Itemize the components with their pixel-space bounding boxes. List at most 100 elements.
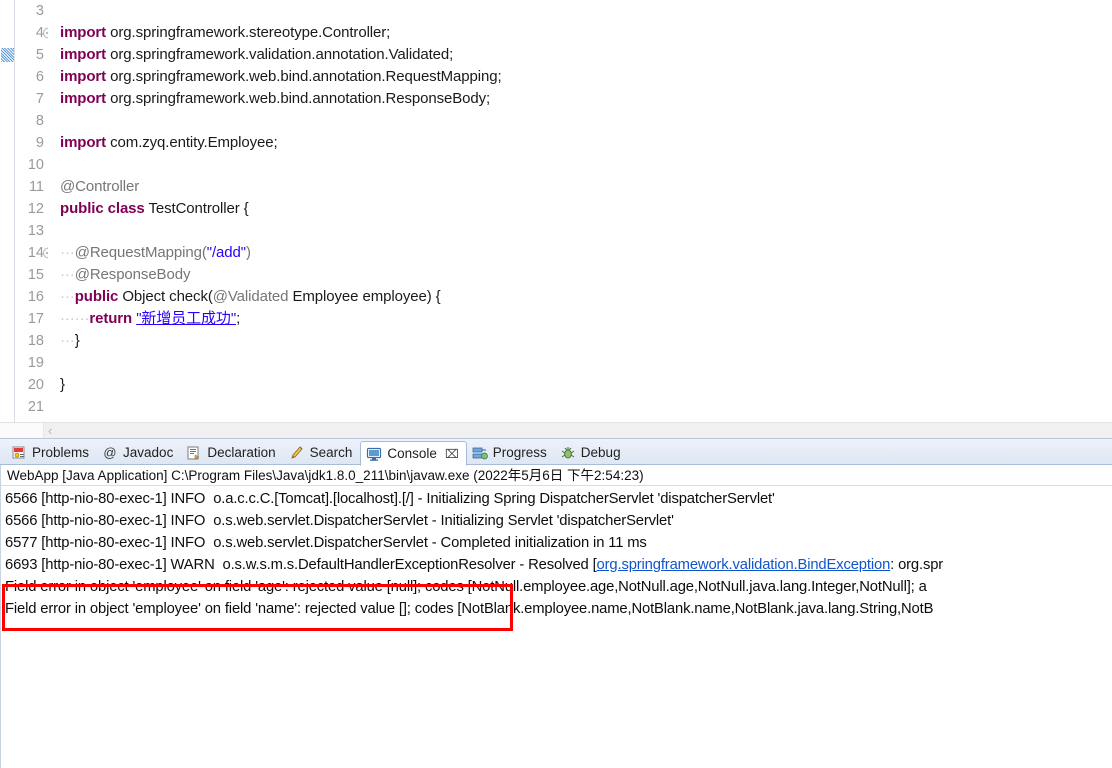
code-token: return <box>89 310 133 327</box>
code-line[interactable]: import org.springframework.web.bind.anno… <box>60 66 1112 88</box>
line-number: 10 <box>27 157 44 173</box>
line-number: 18 <box>27 333 44 349</box>
code-line[interactable]: } <box>60 374 1112 396</box>
progress-icon <box>472 445 488 461</box>
code-token: ; <box>236 310 241 327</box>
code-line[interactable] <box>60 110 1112 132</box>
console-output[interactable]: 6566 [http-nio-80-exec-1] INFO o.a.c.c.C… <box>1 486 1112 768</box>
code-line[interactable]: @Controller <box>60 176 1112 198</box>
console-line: 6577 [http-nio-80-exec-1] INFO o.s.web.s… <box>5 532 1112 554</box>
console-line: Field error in object 'employee' on fiel… <box>5 598 1112 620</box>
view-tabstrip[interactable]: Problems @ Javadoc Declaration Search Console… <box>0 438 1112 466</box>
code-token: ··· <box>60 244 75 261</box>
code-line[interactable] <box>60 352 1112 374</box>
editor-horizontal-scrollbar[interactable]: ‹ <box>0 422 1112 439</box>
console-launch-header: WebApp [Java Application] C:\Program Fil… <box>1 465 1112 486</box>
code-token: @Validated <box>212 288 289 305</box>
code-token: } <box>74 332 80 349</box>
exception-link[interactable]: org.springframework.validation.BindExcep… <box>597 557 891 573</box>
console-text: Field error in object 'employee' on fiel… <box>5 579 927 595</box>
svg-text:@: @ <box>103 445 116 460</box>
code-token: public class <box>60 200 145 217</box>
code-line[interactable]: import org.springframework.stereotype.Co… <box>60 22 1112 44</box>
code-token: @ResponseBody <box>74 266 191 283</box>
line-number: 15 <box>27 267 44 283</box>
line-number: 14 <box>15 242 54 264</box>
code-line[interactable]: ···@ResponseBody <box>60 264 1112 286</box>
console-line: Field error in object 'employee' on fiel… <box>5 576 1112 598</box>
java-editor[interactable]: 3 4 5 6 7 8 9 10 11 12 13 14 15 16 17 18 19 20 21 import o… <box>0 0 1112 422</box>
code-line[interactable]: ···public Object check(@Validated Employ… <box>60 286 1112 308</box>
code-token: public <box>74 288 119 305</box>
line-number: 19 <box>27 355 44 371</box>
declaration-icon <box>186 445 202 461</box>
code-line[interactable] <box>60 154 1112 176</box>
line-number: 8 <box>35 113 44 129</box>
tab-label: Progress <box>492 445 547 460</box>
line-number: 12 <box>27 201 44 217</box>
tab-progress[interactable]: Progress <box>467 440 555 465</box>
code-line[interactable] <box>60 220 1112 242</box>
line-number: 16 <box>27 289 44 305</box>
javadoc-icon: @ <box>102 445 118 461</box>
annotation-ruler[interactable] <box>0 0 15 422</box>
code-token: "新增员工成功" <box>136 310 237 327</box>
code-line[interactable] <box>60 396 1112 418</box>
code-token: com.zyq.entity.Employee; <box>110 134 278 151</box>
debug-icon <box>560 445 576 461</box>
tab-problems[interactable]: Problems <box>6 440 97 465</box>
line-number: 11 <box>28 179 44 195</box>
line-number: 9 <box>35 135 44 151</box>
code-token: "/add" <box>206 244 246 261</box>
code-line[interactable]: ······return "新增员工成功"; <box>60 308 1112 330</box>
code-token: ······ <box>60 310 90 327</box>
code-token: @Controller <box>60 178 140 195</box>
code-token: @RequestMapping( <box>74 244 207 261</box>
code-token: import <box>60 134 107 151</box>
occurrence-annotation-marker[interactable] <box>1 48 14 62</box>
code-line[interactable]: public class TestController { <box>60 198 1112 220</box>
code-line[interactable]: import com.zyq.entity.Employee; <box>60 132 1112 154</box>
console-text: Field error in object 'employee' on fiel… <box>5 601 934 617</box>
line-number: 21 <box>27 399 44 415</box>
line-number: 5 <box>35 47 44 63</box>
tab-declaration[interactable]: Declaration <box>181 440 283 465</box>
line-number: 17 <box>27 311 44 327</box>
code-line[interactable]: import org.springframework.validation.an… <box>60 44 1112 66</box>
console-text: 6566 [http-nio-80-exec-1] INFO o.s.web.s… <box>5 513 674 529</box>
console-view[interactable]: WebApp [Java Application] C:\Program Fil… <box>0 465 1112 768</box>
code-line[interactable] <box>60 0 1112 22</box>
code-token: org.springframework.validation.annotatio… <box>110 46 454 63</box>
tab-console[interactable]: Console ⌧ <box>360 441 467 466</box>
line-number-gutter: 3 4 5 6 7 8 9 10 11 12 13 14 15 16 17 18 19 20 21 <box>15 0 54 422</box>
code-token: import <box>60 90 107 107</box>
tab-javadoc[interactable]: @ Javadoc <box>97 440 181 465</box>
code-token: ··· <box>60 288 75 305</box>
code-token: Object check( <box>122 288 213 305</box>
code-line[interactable]: ···} <box>60 330 1112 352</box>
code-content-area[interactable]: import org.springframework.stereotype.Co… <box>48 0 1112 422</box>
close-icon[interactable]: ⌧ <box>445 447 459 461</box>
tab-debug[interactable]: Debug <box>555 440 629 465</box>
code-token: ) <box>245 244 251 261</box>
console-text: 6566 [http-nio-80-exec-1] INFO o.a.c.c.C… <box>5 491 775 507</box>
chevron-left-icon[interactable]: ‹ <box>48 423 52 439</box>
tab-label: Javadoc <box>123 445 174 460</box>
tab-search[interactable]: Search <box>284 440 361 465</box>
code-token: org.springframework.web.bind.annotation.… <box>110 90 491 107</box>
code-token: Employee employee) { <box>292 288 441 305</box>
scrollbar-thumb[interactable] <box>0 423 44 439</box>
console-text: 6577 [http-nio-80-exec-1] INFO o.s.web.s… <box>5 535 647 551</box>
code-token: import <box>60 68 107 85</box>
code-token: org.springframework.stereotype.Controlle… <box>110 24 391 41</box>
line-number: 4 <box>15 22 54 44</box>
code-token: } <box>60 376 65 393</box>
tab-label: Console <box>387 446 437 461</box>
tab-label: Problems <box>32 445 90 460</box>
line-number: 20 <box>27 377 44 393</box>
code-token: ··· <box>60 266 75 283</box>
tab-label: Search <box>309 445 353 460</box>
line-number: 6 <box>35 69 44 85</box>
code-line[interactable]: ···@RequestMapping("/add") <box>60 242 1112 264</box>
code-line[interactable]: import org.springframework.web.bind.anno… <box>60 88 1112 110</box>
